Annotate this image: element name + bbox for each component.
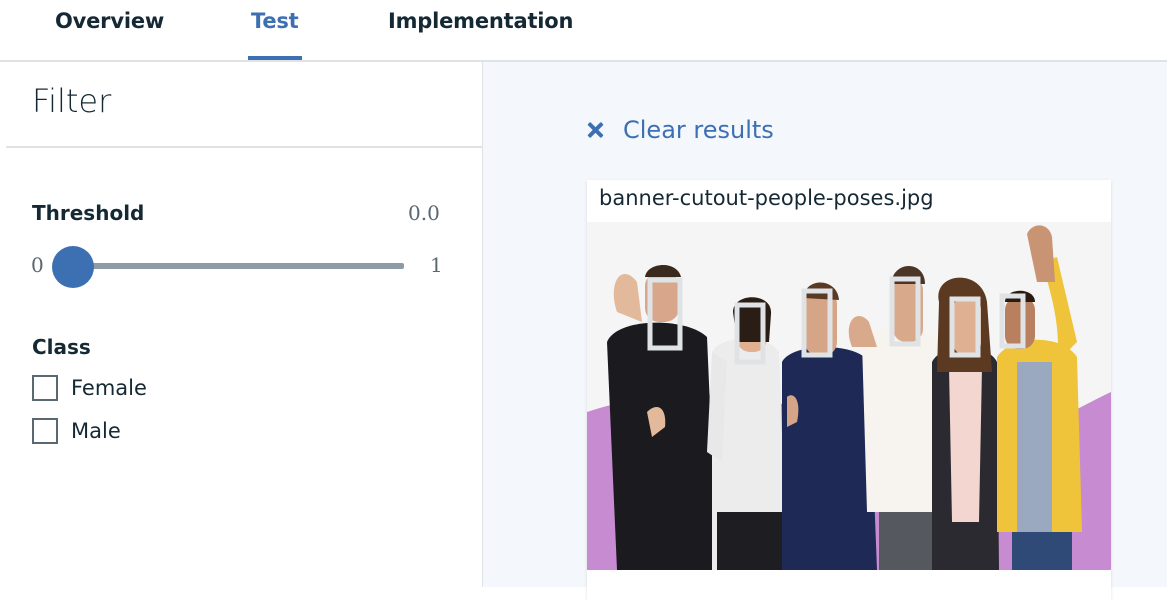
threshold-slider-handle[interactable] [52,246,94,288]
slider-min-label: 0 [31,253,44,277]
tab-overview[interactable]: Overview [55,9,164,33]
male-checkbox-row[interactable]: Male [32,418,121,444]
active-tab-indicator [248,56,302,60]
female-checkbox-row[interactable]: Female [32,375,147,401]
slider-max-label: 1 [430,253,443,277]
filter-title: Filter [32,82,112,120]
image-filename: banner-cutout-people-poses.jpg [599,186,934,210]
male-checkbox[interactable] [32,418,58,444]
tab-test[interactable]: Test [251,9,299,33]
result-image [587,222,1111,570]
female-checkbox[interactable] [32,375,58,401]
clear-results-label: Clear results [623,116,774,144]
class-label: Class [32,335,91,359]
result-card[interactable]: banner-cutout-people-poses.jpg [587,180,1111,600]
tab-bar: Overview Test Implementation [0,0,1167,62]
people-photo [587,222,1111,570]
threshold-label: Threshold [32,201,145,225]
results-panel: Clear results banner-cutout-people-poses… [482,62,1167,600]
tab-implementation[interactable]: Implementation [388,9,573,33]
close-icon [585,119,607,141]
female-label: Female [71,376,147,400]
threshold-value: 0.0 [408,201,440,225]
threshold-slider-track[interactable] [72,263,404,269]
male-label: Male [71,419,121,443]
filter-divider [6,146,482,148]
filter-panel: Filter Threshold 0.0 0 1 Class Female Ma… [0,62,482,587]
clear-results-button[interactable]: Clear results [585,116,774,144]
